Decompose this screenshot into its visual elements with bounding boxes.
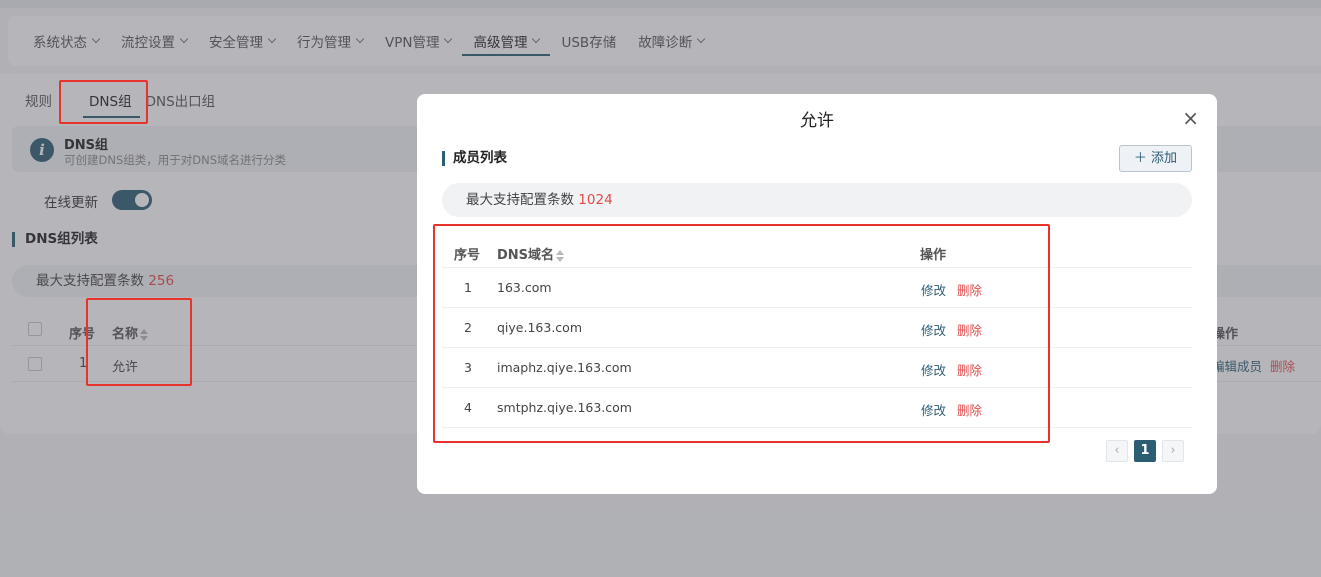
member-max-config: 最大支持配置条数 1024 bbox=[442, 183, 1192, 217]
close-icon[interactable]: × bbox=[1182, 106, 1199, 130]
prev-page-button[interactable]: ‹ bbox=[1106, 440, 1128, 462]
dialog-title: 允许 bbox=[800, 111, 834, 131]
annotation-box-dns-tab bbox=[59, 80, 148, 124]
max-config-label: 最大支持配置条数 bbox=[466, 192, 574, 208]
member-list-title: 成员列表 bbox=[442, 151, 507, 166]
pagination: ‹ 1 › bbox=[1106, 440, 1184, 462]
add-button[interactable]: ＋ 添加 bbox=[1119, 145, 1192, 172]
next-page-button[interactable]: › bbox=[1162, 440, 1184, 462]
page-1-button[interactable]: 1 bbox=[1134, 440, 1156, 462]
annotation-box-group-name bbox=[86, 298, 192, 386]
max-config-value: 1024 bbox=[578, 192, 613, 208]
annotation-box-member-table bbox=[433, 224, 1050, 443]
